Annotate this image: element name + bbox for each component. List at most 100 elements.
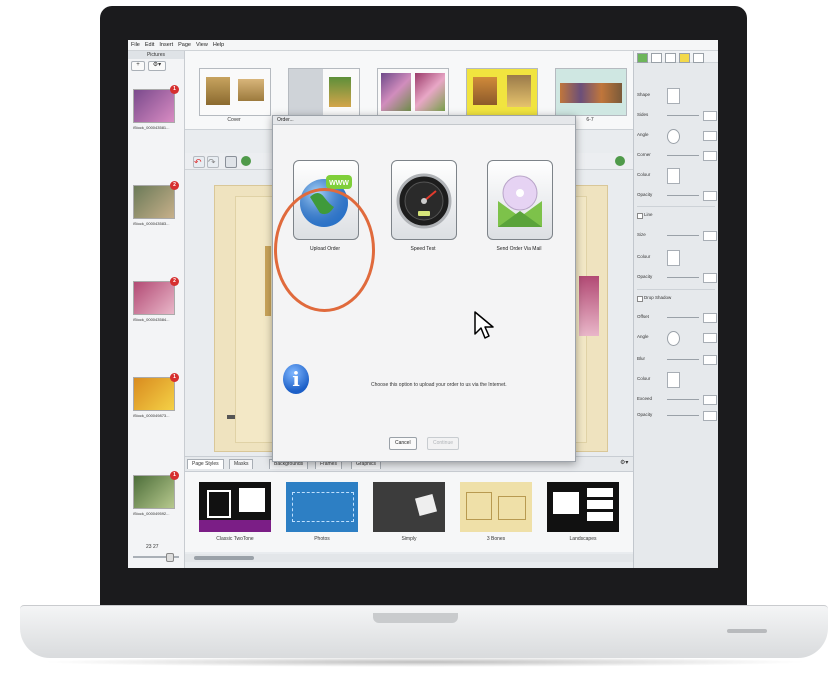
line-colour-swatch[interactable] <box>667 250 680 266</box>
sides-value[interactable] <box>703 111 717 121</box>
picture-image: 2 <box>133 181 179 219</box>
size-label: Size <box>637 232 646 237</box>
blur-value[interactable] <box>703 355 717 365</box>
corner-label: Corner <box>637 152 651 157</box>
opacity-row: Opacity <box>637 191 717 201</box>
tab-masks[interactable]: Masks <box>229 459 254 469</box>
shape-row: Shape <box>637 88 717 104</box>
spread-thumb-cover[interactable] <box>199 68 271 116</box>
divider <box>637 289 715 290</box>
shadow-angle-row: Angle <box>637 331 717 346</box>
line-opacity-slider[interactable] <box>667 277 699 278</box>
menu-insert[interactable]: Insert <box>159 42 173 48</box>
picture-thumb[interactable]: 1 iStock_000049592... <box>133 471 179 516</box>
menu-edit[interactable]: Edit <box>145 42 154 48</box>
opacity-value[interactable] <box>703 191 717 201</box>
page-icon[interactable] <box>693 53 704 63</box>
tree-icon[interactable] <box>241 156 251 166</box>
speed-test-label: Speed Test <box>410 246 436 252</box>
drop-shadow-checkbox[interactable] <box>637 296 643 302</box>
send-order-mail-button[interactable] <box>487 160 553 240</box>
exceed-value[interactable] <box>703 395 717 405</box>
spread-thumb-2-3[interactable] <box>377 68 449 116</box>
picture-image: 1 <box>133 471 179 509</box>
corner-row: Corner <box>637 151 717 161</box>
undo-icon[interactable]: ↶ <box>193 156 205 168</box>
picture-caption: iStock_000043581... <box>133 125 170 130</box>
style-caption: Classic TwoTone <box>216 536 254 542</box>
info-icon: i <box>283 364 309 394</box>
menu-file[interactable]: File <box>131 42 140 48</box>
shadow-angle-label: Angle <box>637 334 649 339</box>
picture-image: 1 <box>133 85 179 123</box>
line-opacity-row: Opacity <box>637 273 717 283</box>
corner-value[interactable] <box>703 151 717 161</box>
corner-slider[interactable] <box>667 155 699 156</box>
usage-badge: 2 <box>170 181 179 190</box>
blur-label: Blur <box>637 356 646 361</box>
menu-view[interactable]: View <box>196 42 208 48</box>
shadow-colour-swatch[interactable] <box>667 372 680 388</box>
exceed-slider[interactable] <box>667 399 699 400</box>
shadow-opacity-slider[interactable] <box>667 415 699 416</box>
style-simply[interactable] <box>373 482 445 532</box>
properties-toolbar <box>634 51 718 63</box>
redo-icon[interactable]: ↷ <box>207 156 219 168</box>
angle-dial[interactable] <box>667 129 680 144</box>
shadow-angle-dial[interactable] <box>667 331 680 346</box>
size-row: Size <box>637 231 717 241</box>
colour-label: Colour <box>637 172 651 177</box>
canvas-photo[interactable] <box>579 276 599 336</box>
offset-value[interactable] <box>703 313 717 323</box>
style-landscapes[interactable] <box>547 482 619 532</box>
text-icon[interactable] <box>665 53 676 63</box>
tree-icon[interactable] <box>615 156 625 166</box>
spread-thumb-1[interactable] <box>288 68 360 116</box>
thumbnail-size-knob[interactable] <box>166 553 174 562</box>
paint-icon[interactable] <box>637 53 648 63</box>
size-slider[interactable] <box>667 235 699 236</box>
line-colour-label: Colour <box>637 254 651 259</box>
menu-page[interactable]: Page <box>178 42 191 48</box>
add-picture-button[interactable]: + <box>131 61 145 71</box>
angle-value[interactable] <box>703 131 717 141</box>
picture-options-button[interactable]: ⚙▾ <box>148 61 166 71</box>
highlight-icon[interactable] <box>679 53 690 63</box>
tab-page-styles[interactable]: Page Styles <box>187 459 224 469</box>
style-photos[interactable] <box>286 482 358 532</box>
spread-thumb-4-5[interactable] <box>466 68 538 116</box>
blur-slider[interactable] <box>667 359 699 360</box>
picture-thumb[interactable]: 2 iStock_000043584... <box>133 277 179 322</box>
styles-scroll-thumb[interactable] <box>194 556 254 560</box>
speed-test-button[interactable] <box>391 160 457 240</box>
spread-thumb-6-7[interactable] <box>555 68 627 116</box>
shape-swatch[interactable] <box>667 88 680 104</box>
divider <box>637 206 715 207</box>
canvas-photo-edge <box>265 246 271 316</box>
style-3-bones[interactable] <box>460 482 532 532</box>
colour-swatch[interactable] <box>667 168 680 184</box>
menu-help[interactable]: Help <box>213 42 224 48</box>
frame-icon[interactable] <box>651 53 662 63</box>
shadow-opacity-value[interactable] <box>703 411 717 421</box>
send-order-mail-label: Send Order Via Mail <box>496 246 542 252</box>
sides-slider[interactable] <box>667 115 699 116</box>
save-icon[interactable] <box>225 156 237 168</box>
shadow-colour-label: Colour <box>637 376 651 381</box>
offset-slider[interactable] <box>667 317 699 318</box>
size-value[interactable] <box>703 231 717 241</box>
cancel-button[interactable]: Cancel <box>389 437 417 450</box>
shadow-opacity-row: Opacity <box>637 411 717 421</box>
picture-thumb[interactable]: 2 iStock_000043583... <box>133 181 179 226</box>
line-checkbox[interactable] <box>637 213 643 219</box>
drop-shadow-label: Drop Shadow <box>644 295 672 300</box>
picture-count: 23 27 <box>146 544 159 550</box>
picture-thumb[interactable]: 1 iStock_000049873... <box>133 373 179 418</box>
continue-button[interactable]: Continue <box>427 437 460 450</box>
picture-thumb[interactable]: 1 iStock_000043581... <box>133 85 179 130</box>
gear-icon[interactable]: ⚙▾ <box>620 459 632 468</box>
opacity-slider[interactable] <box>667 195 699 196</box>
shadow-angle-value[interactable] <box>703 333 717 343</box>
line-opacity-value[interactable] <box>703 273 717 283</box>
style-classic-twotone[interactable] <box>199 482 271 532</box>
